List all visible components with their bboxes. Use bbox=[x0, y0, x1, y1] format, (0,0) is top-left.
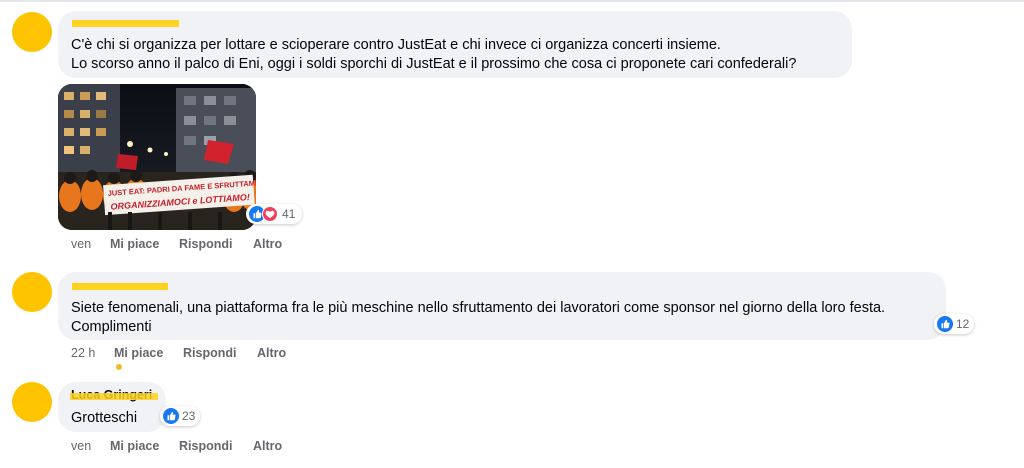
timestamp[interactable]: ven bbox=[71, 237, 91, 251]
love-icon bbox=[262, 206, 278, 222]
reply-button[interactable]: Rispondi bbox=[179, 237, 232, 251]
timestamp[interactable]: 22 h bbox=[71, 346, 95, 360]
reaction-count: 12 bbox=[956, 317, 970, 331]
avatar[interactable] bbox=[12, 12, 52, 52]
protest-photo-illustration: JUST EAT: PADRI DA FAME E SFRUTTAMENTO O… bbox=[58, 84, 256, 230]
like-icon bbox=[937, 316, 953, 332]
reply-button[interactable]: Rispondi bbox=[183, 346, 236, 360]
more-button[interactable]: Altro bbox=[253, 237, 282, 251]
top-divider bbox=[0, 0, 1024, 2]
reaction-summary[interactable]: 23 bbox=[160, 406, 200, 426]
redacted-author-name bbox=[72, 20, 179, 27]
timestamp[interactable]: ven bbox=[71, 439, 91, 453]
comment-text-line: Siete fenomenali, una piattaforma fra le… bbox=[71, 300, 886, 316]
like-button[interactable]: Mi piace bbox=[114, 346, 163, 360]
like-button[interactable]: Mi piace bbox=[110, 237, 159, 251]
like-button[interactable]: Mi piace bbox=[110, 439, 159, 453]
more-button[interactable]: Altro bbox=[253, 439, 282, 453]
avatar[interactable] bbox=[12, 272, 52, 312]
unread-dot bbox=[116, 364, 122, 370]
reaction-summary[interactable]: 12 bbox=[934, 314, 974, 334]
comment-text-line: Grotteschi bbox=[71, 410, 138, 426]
comment-text-line: C'è chi si organizza per lottare e sciop… bbox=[71, 37, 721, 53]
reaction-summary[interactable]: 41 bbox=[246, 204, 302, 224]
like-icon bbox=[163, 408, 179, 424]
avatar[interactable] bbox=[12, 382, 52, 422]
comment-text-line: Complimenti bbox=[71, 319, 152, 335]
more-button[interactable]: Altro bbox=[257, 346, 286, 360]
comment-text-line: Lo scorso anno il palco di Eni, oggi i s… bbox=[71, 56, 797, 72]
redaction-mark bbox=[70, 393, 158, 400]
redacted-author-name bbox=[72, 283, 168, 290]
reaction-count: 23 bbox=[182, 409, 196, 423]
reply-button[interactable]: Rispondi bbox=[179, 439, 232, 453]
comment-photo[interactable]: JUST EAT: PADRI DA FAME E SFRUTTAMENTO O… bbox=[58, 84, 256, 230]
reaction-count: 41 bbox=[282, 207, 296, 221]
